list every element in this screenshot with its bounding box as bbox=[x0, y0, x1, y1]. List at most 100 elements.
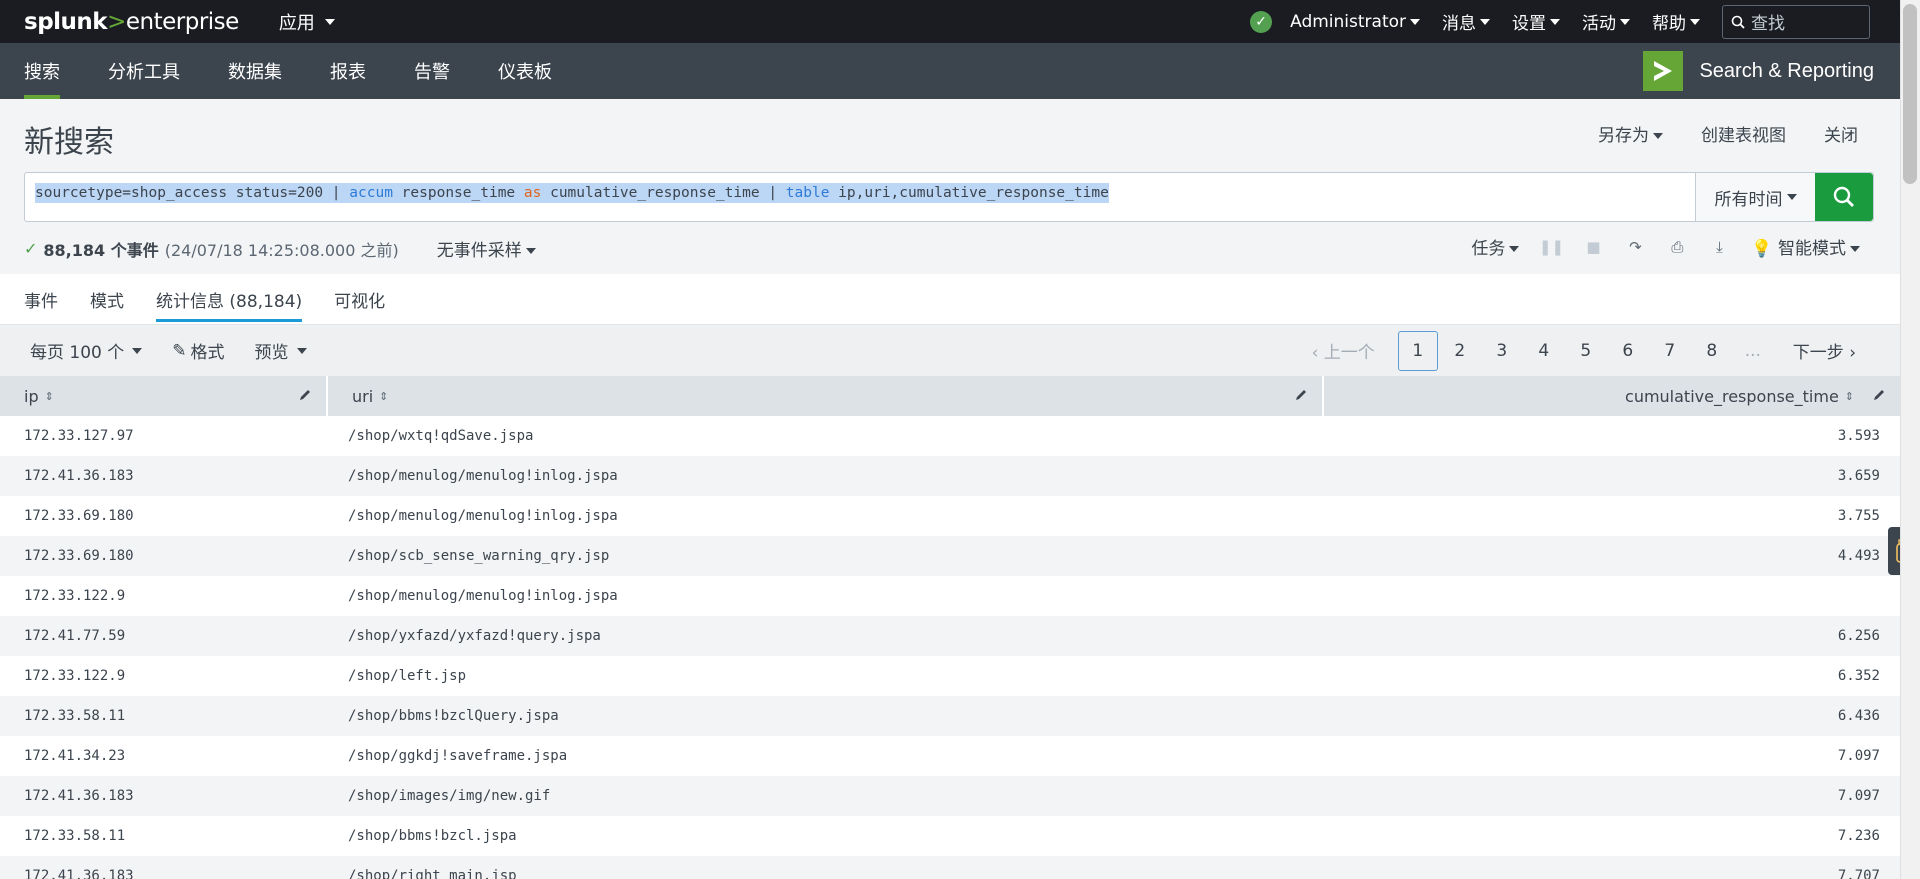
apps-menu[interactable]: 应用 bbox=[279, 9, 335, 35]
cell-cumulative-response-time[interactable]: 3.659 bbox=[1324, 456, 1900, 496]
cell-cumulative-response-time[interactable]: 7.097 bbox=[1324, 776, 1900, 816]
page-button[interactable]: 3 bbox=[1482, 331, 1522, 371]
column-header-ip[interactable]: ip ⇕ bbox=[0, 376, 328, 416]
nav-item-datasets[interactable]: 数据集 bbox=[204, 43, 306, 99]
cell-cumulative-response-time[interactable]: 6.256 bbox=[1324, 616, 1900, 656]
print-icon[interactable]: ⎙ bbox=[1667, 237, 1687, 257]
search-button[interactable] bbox=[1815, 173, 1873, 221]
nav-item-alerts[interactable]: 告警 bbox=[390, 43, 474, 99]
edit-column-icon[interactable] bbox=[298, 388, 312, 402]
page-button[interactable]: 2 bbox=[1440, 331, 1480, 371]
page-button[interactable]: 8 bbox=[1692, 331, 1732, 371]
sampling-dropdown[interactable]: 无事件采样 bbox=[437, 236, 536, 261]
page-button[interactable]: 7 bbox=[1650, 331, 1690, 371]
splunk-logo[interactable]: splunk>enterprise bbox=[24, 9, 239, 35]
cell-uri[interactable]: /shop/images/img/new.gif bbox=[328, 776, 1324, 816]
scrollbar-thumb[interactable] bbox=[1903, 4, 1917, 184]
table-row: 172.33.69.180/shop/scb_sense_warning_qry… bbox=[0, 536, 1900, 576]
search-mode-menu[interactable]: 💡 智能模式 bbox=[1751, 234, 1860, 259]
cell-uri[interactable]: /shop/menulog/menulog!inlog.jspa bbox=[328, 456, 1324, 496]
tab-events[interactable]: 事件 bbox=[8, 274, 74, 324]
app-title[interactable]: Search & Reporting bbox=[1643, 43, 1874, 99]
preview-dropdown[interactable]: 预览 bbox=[255, 338, 307, 363]
download-icon[interactable]: ⤓ bbox=[1709, 237, 1729, 257]
cell-ip[interactable]: 172.33.127.97 bbox=[0, 416, 328, 456]
close-button[interactable]: 关闭 bbox=[1824, 121, 1858, 146]
cell-uri[interactable]: /shop/right_main.jsp bbox=[328, 856, 1324, 879]
cell-ip[interactable]: 172.33.122.9 bbox=[0, 656, 328, 696]
table-row: 172.41.36.183/shop/right_main.jsp 7.707 bbox=[0, 856, 1900, 879]
cell-uri[interactable]: /shop/menulog/menulog!inlog.jspa bbox=[328, 576, 1324, 616]
sort-icon[interactable]: ⇕ bbox=[1845, 390, 1854, 403]
cell-ip[interactable]: 172.41.36.183 bbox=[0, 776, 328, 816]
nav-item-analytics[interactable]: 分析工具 bbox=[84, 43, 204, 99]
nav-item-search[interactable]: 搜索 bbox=[0, 43, 84, 99]
query-part: ip,uri,cumulative_response_time bbox=[829, 185, 1109, 201]
cell-uri[interactable]: /shop/bbms!bzclQuery.jspa bbox=[328, 696, 1324, 736]
cell-ip[interactable]: 172.33.69.180 bbox=[0, 536, 328, 576]
sort-icon[interactable]: ⇕ bbox=[45, 390, 54, 403]
stop-icon[interactable]: ■ bbox=[1583, 237, 1603, 257]
tab-patterns[interactable]: 模式 bbox=[74, 274, 140, 324]
job-menu[interactable]: 任务 bbox=[1471, 234, 1520, 259]
sort-icon[interactable]: ⇕ bbox=[379, 390, 388, 403]
user-menu[interactable]: Administrator bbox=[1290, 12, 1420, 32]
cell-ip[interactable]: 172.41.36.183 bbox=[0, 856, 328, 879]
cell-ip[interactable]: 172.33.69.180 bbox=[0, 496, 328, 536]
cell-ip[interactable]: 172.33.58.11 bbox=[0, 816, 328, 856]
cell-ip[interactable]: 172.41.77.59 bbox=[0, 616, 328, 656]
messages-menu[interactable]: 消息 bbox=[1442, 9, 1490, 34]
cell-uri[interactable]: /shop/wxtq!qdSave.jspa bbox=[328, 416, 1324, 456]
cell-cumulative-response-time[interactable]: 6.352 bbox=[1324, 656, 1900, 696]
tab-visualization[interactable]: 可视化 bbox=[318, 274, 401, 324]
page-button[interactable]: 6 bbox=[1608, 331, 1648, 371]
column-header-uri[interactable]: uri ⇕ bbox=[328, 376, 1324, 416]
next-page-button[interactable]: 下一步 › bbox=[1793, 338, 1856, 363]
page-scrollbar[interactable] bbox=[1900, 0, 1920, 879]
cell-cumulative-response-time[interactable]: 7.236 bbox=[1324, 816, 1900, 856]
share-icon[interactable]: ↷ bbox=[1625, 237, 1645, 257]
cell-uri[interactable]: /shop/scb_sense_warning_qry.jsp bbox=[328, 536, 1324, 576]
cell-cumulative-response-time[interactable]: 7.707 bbox=[1324, 856, 1900, 879]
edit-column-icon[interactable] bbox=[1294, 388, 1308, 402]
cell-ip[interactable]: 172.41.34.23 bbox=[0, 736, 328, 776]
global-search-input[interactable]: 查找 bbox=[1722, 4, 1870, 39]
cell-uri[interactable]: /shop/left.jsp bbox=[328, 656, 1324, 696]
cell-uri[interactable]: /shop/yxfazd/yxfazd!query.jspa bbox=[328, 616, 1324, 656]
save-as-button[interactable]: 另存为 bbox=[1598, 121, 1663, 146]
pause-icon[interactable]: ❚❚ bbox=[1539, 237, 1564, 257]
cell-cumulative-response-time[interactable]: 3.593 bbox=[1324, 416, 1900, 456]
settings-menu[interactable]: 设置 bbox=[1512, 9, 1560, 34]
format-button[interactable]: ✎ 格式 bbox=[172, 338, 224, 364]
prev-page-button[interactable]: ‹ 上一个 bbox=[1312, 338, 1375, 363]
health-status-icon[interactable]: ✓ bbox=[1250, 10, 1273, 33]
page-button[interactable]: 5 bbox=[1566, 331, 1606, 371]
cell-uri[interactable]: /shop/menulog/menulog!inlog.jspa bbox=[328, 496, 1324, 536]
cell-ip[interactable]: 172.33.58.11 bbox=[0, 696, 328, 736]
help-menu[interactable]: 帮助 bbox=[1652, 9, 1700, 34]
time-range-picker[interactable]: 所有时间 bbox=[1695, 173, 1815, 221]
cell-cumulative-response-time[interactable]: 6.436 bbox=[1324, 696, 1900, 736]
column-header-cumulative-response-time[interactable]: cumulative_response_time ⇕ bbox=[1324, 376, 1900, 416]
tab-statistics[interactable]: 统计信息 (88,184) bbox=[140, 274, 318, 324]
per-page-dropdown[interactable]: 每页 100 个 bbox=[30, 338, 143, 363]
cell-cumulative-response-time[interactable]: 3.755 bbox=[1324, 496, 1900, 536]
table-row: 172.41.36.183/shop/images/img/new.gif 7.0… bbox=[0, 776, 1900, 816]
cell-uri[interactable]: /shop/ggkdj!saveframe.jspa bbox=[328, 736, 1324, 776]
page-button[interactable]: 4 bbox=[1524, 331, 1564, 371]
cell-cumulative-response-time[interactable]: 7.097 bbox=[1324, 736, 1900, 776]
cell-uri[interactable]: /shop/bbms!bzcl.jspa bbox=[328, 816, 1324, 856]
activity-menu[interactable]: 活动 bbox=[1582, 9, 1630, 34]
edit-column-icon[interactable] bbox=[1872, 388, 1886, 402]
cell-ip[interactable]: 172.41.36.183 bbox=[0, 456, 328, 496]
cell-ip[interactable]: 172.33.122.9 bbox=[0, 576, 328, 616]
prev-page-label: 上一个 bbox=[1323, 343, 1375, 363]
nav-item-dashboards[interactable]: 仪表板 bbox=[474, 43, 576, 99]
pager-ellipsis: ... bbox=[1744, 340, 1761, 361]
cell-cumulative-response-time[interactable]: 4.493 bbox=[1324, 536, 1900, 576]
search-query-input[interactable]: sourcetype=shop_access status=200 | accu… bbox=[25, 173, 1695, 221]
page-button-current[interactable]: 1 bbox=[1397, 330, 1438, 371]
create-table-view-button[interactable]: 创建表视图 bbox=[1701, 121, 1786, 146]
cell-cumulative-response-time[interactable] bbox=[1324, 576, 1900, 616]
nav-item-reports[interactable]: 报表 bbox=[306, 43, 390, 99]
